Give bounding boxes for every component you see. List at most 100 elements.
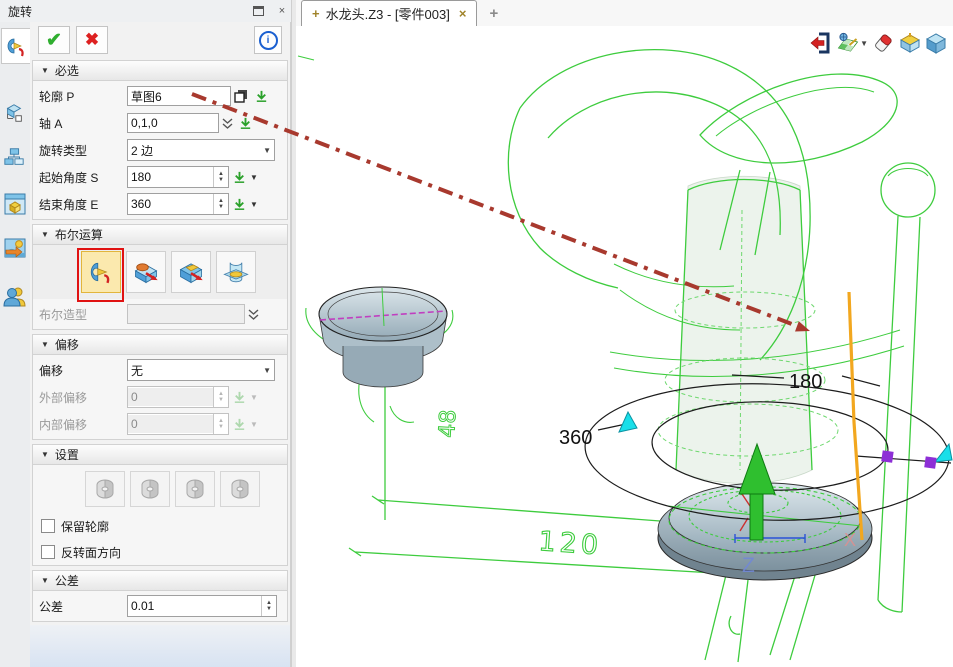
- start-angle-handle[interactable]: [619, 412, 637, 432]
- checkbox-icon[interactable]: [41, 545, 55, 559]
- boolean-base-button[interactable]: [81, 251, 121, 293]
- chevron-down-icon: ▼: [250, 393, 258, 402]
- dim-120-label: 120: [538, 526, 604, 561]
- start-angle-label: 起始角度 S: [39, 169, 127, 186]
- document-tabbar: + 水龙头.Z3 - [零件003] × +: [296, 0, 953, 27]
- view-cube-window-icon[interactable]: [3, 192, 27, 216]
- tolerance-label: 公差: [39, 598, 127, 615]
- pick-end-angle-icon[interactable]: [229, 194, 249, 214]
- revolve-base-icon: [88, 258, 114, 286]
- scene-canvas[interactable]: Z X 180 360 48 120: [296, 26, 953, 667]
- collapse-icon[interactable]: ▼: [41, 230, 49, 239]
- hierarchy-icon[interactable]: [3, 146, 27, 170]
- eraser-icon[interactable]: [871, 30, 897, 56]
- revolve-glyph: [4, 34, 28, 58]
- tab-active-document[interactable]: + 水龙头.Z3 - [零件003] ×: [301, 0, 477, 26]
- revolve-style-1-button: [85, 471, 125, 507]
- datum-box-icon[interactable]: [897, 30, 923, 56]
- cancel-button[interactable]: ✖: [76, 26, 108, 54]
- revolve-style-4-button: [220, 471, 260, 507]
- offset-mode-dropdown[interactable]: 无 ▼: [127, 359, 275, 381]
- axis-input[interactable]: [127, 113, 219, 133]
- user-icon[interactable]: [3, 284, 27, 308]
- pick-start-angle-icon[interactable]: [229, 167, 249, 187]
- section-tolerance: ▼ 公差 公差 ▲▼: [32, 570, 288, 622]
- axis-label: 轴 A: [39, 115, 127, 132]
- keep-profile-label: 保留轮廓: [61, 518, 109, 535]
- section-boolean: ▼ 布尔运算: [32, 224, 288, 330]
- revolve-type-dropdown[interactable]: 2 边 ▼: [127, 139, 275, 161]
- restore-icon[interactable]: [253, 6, 264, 16]
- chevron-down-icon[interactable]: ▼: [250, 173, 258, 182]
- section-tolerance-title: 公差: [55, 572, 79, 589]
- chevron-down-icon: ▼: [263, 366, 271, 375]
- outer-offset-input: [128, 388, 213, 406]
- shaded-cube-icon[interactable]: [923, 30, 949, 56]
- start-angle-input[interactable]: [128, 168, 213, 186]
- spinner-icon: ▲▼: [213, 414, 228, 434]
- info-button[interactable]: i: [254, 26, 282, 54]
- pick-axis-icon[interactable]: [235, 113, 255, 133]
- pick-outer-offset-icon: [229, 387, 249, 407]
- outer-offset-label: 外部偏移: [39, 389, 127, 406]
- boolean-shape-input: [127, 304, 245, 324]
- boolean-subtract-button[interactable]: [171, 251, 211, 293]
- section-offset-title: 偏移: [55, 336, 79, 353]
- dialog-title: 旋转: [0, 3, 253, 20]
- checkbox-icon[interactable]: [41, 519, 55, 533]
- tolerance-input[interactable]: [128, 597, 261, 615]
- subtract-icon: [177, 258, 205, 286]
- spinner-icon[interactable]: ▲▼: [213, 167, 228, 187]
- viewport-3d[interactable]: ▼: [296, 26, 953, 667]
- sketch-plane-icon[interactable]: [834, 30, 860, 56]
- exit-icon[interactable]: [808, 30, 834, 56]
- intersect-icon: [222, 258, 250, 286]
- keep-profile-checkbox[interactable]: 保留轮廓: [41, 515, 281, 537]
- spinner-icon: ▲▼: [213, 387, 228, 407]
- collapse-icon[interactable]: ▼: [41, 66, 49, 75]
- end-angle-input[interactable]: [128, 195, 213, 213]
- chevron-down-icon[interactable]: ▼: [250, 200, 258, 209]
- dial-grip-2[interactable]: [924, 456, 936, 468]
- pick-inner-offset-icon: [229, 414, 249, 434]
- boolean-shape-label: 布尔造型: [39, 306, 127, 323]
- expand-options-icon[interactable]: [245, 305, 261, 323]
- chevron-down-icon: ▼: [250, 420, 258, 429]
- revolve-dialog: ✔ ✖ i ▼ 必选 轮廓 P 轴 A 旋转类型 2 边: [30, 22, 291, 667]
- end-angle-handle[interactable]: [935, 444, 952, 462]
- spinner-icon[interactable]: ▲▼: [261, 596, 276, 616]
- close-icon[interactable]: ×: [274, 4, 290, 18]
- profile-label: 轮廓 P: [39, 88, 127, 105]
- section-required: ▼ 必选 轮廓 P 轴 A 旋转类型 2 边 ▼ 起始: [32, 60, 288, 220]
- pick-from-view-icon[interactable]: [251, 86, 271, 106]
- end-angle-stepper[interactable]: ▲▼: [127, 193, 229, 215]
- section-settings: ▼ 设置 保留轮廓 反转面方向: [32, 444, 288, 566]
- profile-input[interactable]: [127, 86, 231, 106]
- boolean-intersect-button[interactable]: [216, 251, 256, 293]
- revolve-style-2-button: [130, 471, 170, 507]
- new-tab-button[interactable]: +: [489, 5, 498, 22]
- left-toolbar: [0, 22, 31, 667]
- copy-icon[interactable]: [231, 86, 251, 106]
- tab-title: 水龙头.Z3 - [零件003]: [326, 4, 450, 23]
- revolve-tool-icon[interactable]: [1, 28, 31, 64]
- tolerance-stepper[interactable]: ▲▼: [127, 595, 277, 617]
- tab-close-icon[interactable]: ×: [459, 6, 467, 21]
- boolean-add-button[interactable]: [126, 251, 166, 293]
- union-icon: [132, 258, 160, 286]
- render-image-icon[interactable]: [3, 236, 27, 260]
- collapse-icon[interactable]: ▼: [41, 576, 49, 585]
- revolve-preview: [676, 176, 812, 483]
- dial-grip-1[interactable]: [881, 450, 893, 462]
- wireframe-box-icon[interactable]: [3, 102, 27, 126]
- expand-options-icon[interactable]: [219, 114, 235, 132]
- section-boolean-title: 布尔运算: [55, 226, 103, 243]
- chevron-down-icon[interactable]: ▼: [860, 39, 868, 48]
- start-angle-stepper[interactable]: ▲▼: [127, 166, 229, 188]
- flip-face-checkbox[interactable]: 反转面方向: [41, 541, 281, 563]
- collapse-icon[interactable]: ▼: [41, 450, 49, 459]
- ok-button[interactable]: ✔: [38, 26, 70, 54]
- collapse-icon[interactable]: ▼: [41, 340, 49, 349]
- spinner-icon[interactable]: ▲▼: [213, 194, 228, 214]
- base-disc: Z X: [658, 483, 872, 580]
